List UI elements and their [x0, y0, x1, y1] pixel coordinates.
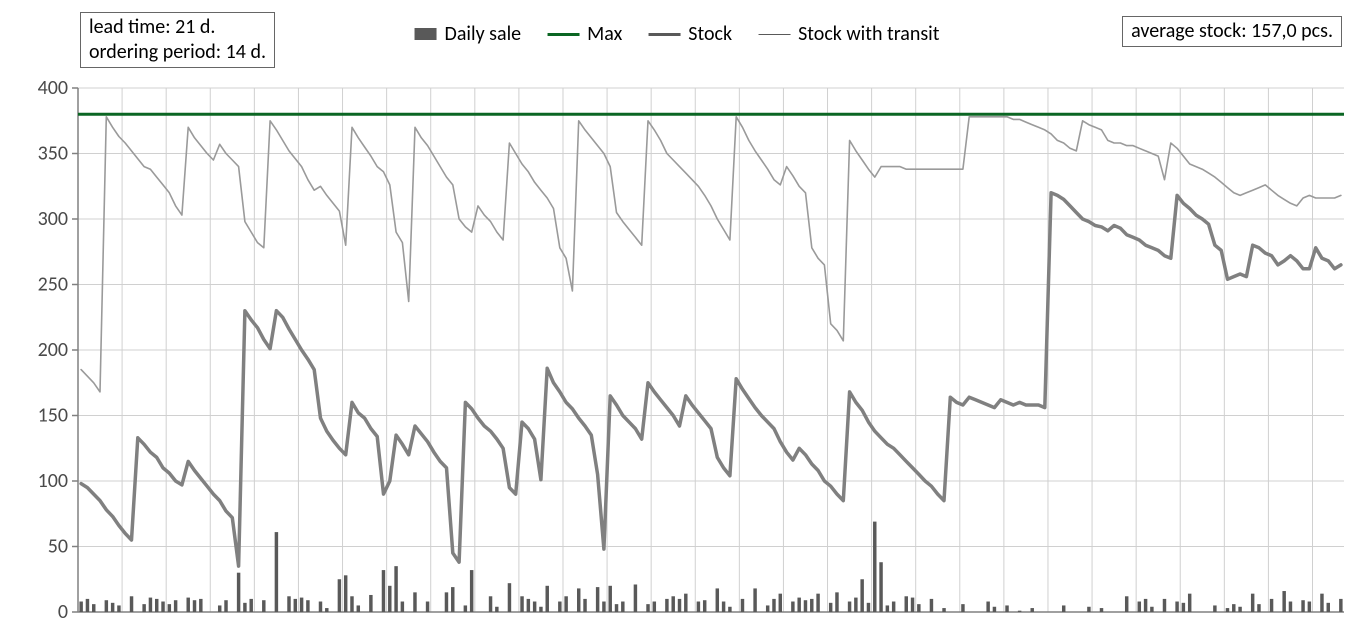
legend-swatch-line-icon: [547, 33, 579, 36]
svg-text:0: 0: [58, 600, 68, 624]
legend-label: Max: [587, 22, 622, 46]
info-left-line1: lead time: 21 d.: [89, 15, 266, 40]
chart-stage: 0 50 100 150 200 250 300 350 400 lead time: 21 d…: [0, 0, 1354, 629]
legend-item-stock-with-transit: Stock with transit: [758, 22, 939, 46]
legend-label: Stock: [688, 22, 732, 46]
legend-item-max: Max: [547, 22, 622, 46]
info-box-right: average stock: 157,0 pcs.: [1122, 16, 1342, 47]
svg-text:100: 100: [38, 469, 68, 493]
legend-label: Stock with transit: [798, 22, 939, 46]
svg-text:300: 300: [38, 207, 68, 231]
info-left-line2: ordering period: 14 d.: [89, 40, 266, 65]
info-right-text: average stock: 157,0 pcs.: [1131, 19, 1333, 43]
svg-text:200: 200: [38, 338, 68, 362]
svg-text:50: 50: [48, 535, 68, 559]
legend-swatch-line-icon: [758, 34, 790, 35]
legend-swatch-line-icon: [648, 33, 680, 36]
legend-swatch-bar-icon: [415, 28, 437, 40]
chart-plot: 0 50 100 150 200 250 300 350 400: [0, 0, 1354, 629]
info-box-left: lead time: 21 d. ordering period: 14 d.: [80, 12, 275, 68]
svg-text:350: 350: [38, 142, 68, 166]
svg-text:250: 250: [38, 273, 68, 297]
svg-text:150: 150: [38, 404, 68, 428]
legend-item-daily-sale: Daily sale: [415, 22, 522, 46]
svg-text:400: 400: [38, 76, 68, 100]
chart-legend: Daily sale Max Stock Stock with transit: [415, 22, 940, 46]
legend-label: Daily sale: [445, 22, 522, 46]
legend-item-stock: Stock: [648, 22, 732, 46]
